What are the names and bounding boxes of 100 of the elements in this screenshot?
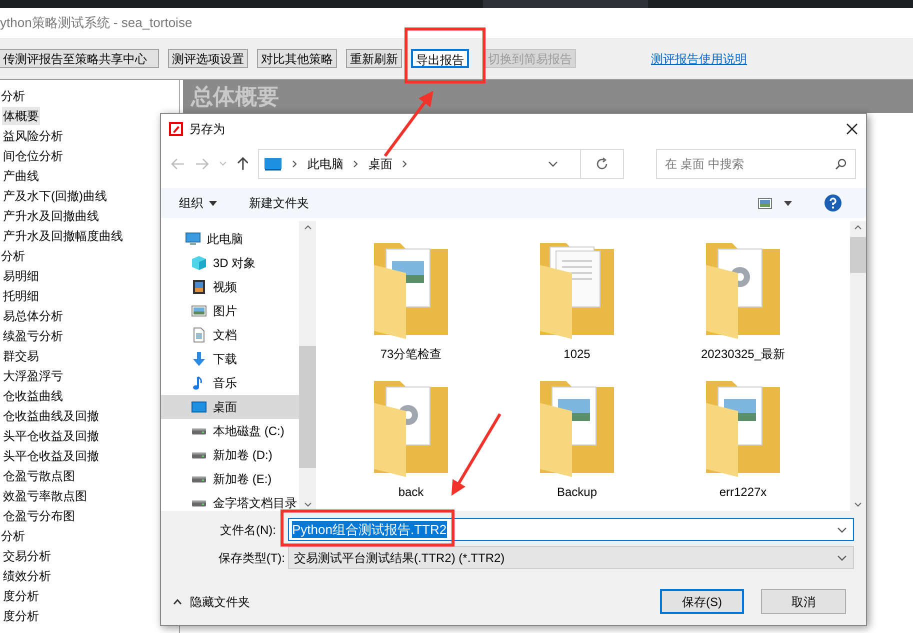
computer-icon <box>185 231 201 247</box>
tree-item[interactable]: 头平仓收益及回撤 <box>2 447 100 465</box>
search-field[interactable]: 在 桌面 中搜索 <box>656 149 856 179</box>
cancel-button[interactable]: 取消 <box>761 589 846 614</box>
drive-icon <box>191 452 207 458</box>
chevron-down-icon[interactable] <box>548 161 558 167</box>
tree-item[interactable]: 分析 <box>0 527 26 545</box>
view-icon[interactable] <box>758 198 772 208</box>
down-arrow-icon <box>191 351 207 367</box>
tree-item[interactable]: 产曲线 <box>2 167 40 185</box>
filetype-dropdown[interactable]: 交易测试平台测试结果(.TTR2) (*.TTR2) <box>288 546 854 569</box>
filetype-value: 交易测试平台测试结果(.TTR2) (*.TTR2) <box>294 550 505 566</box>
tree-item[interactable]: 产升水及回撤曲线 <box>2 207 100 225</box>
tree-item[interactable]: 仓收益曲线 <box>2 387 64 405</box>
film-icon <box>191 279 207 295</box>
save-button[interactable]: 保存(S) <box>660 589 744 614</box>
help-icon[interactable] <box>824 194 842 212</box>
tree-item[interactable]: 易明细 <box>2 267 40 285</box>
toolbar-button[interactable]: 导出报告 <box>411 49 469 68</box>
file-name[interactable]: 1025 <box>564 345 590 363</box>
tree-item[interactable]: 益风险分析 <box>2 127 64 145</box>
tree-item[interactable]: 度分析 <box>2 607 40 625</box>
tree-item[interactable]: 间仓位分析 <box>2 147 64 165</box>
chevron-right-icon <box>292 160 298 168</box>
nav-item[interactable]: 3D 对象 <box>161 251 299 275</box>
app-icon <box>169 122 183 136</box>
tree-item[interactable]: 分析 <box>0 87 26 105</box>
nav-item[interactable]: 新加卷 (E:) <box>161 467 299 491</box>
address-bar[interactable]: 此电脑 桌面 <box>258 149 624 179</box>
tree-item[interactable]: 度分析 <box>2 587 40 605</box>
drive-icon <box>191 500 207 506</box>
refresh-icon[interactable] <box>595 157 610 171</box>
document-icon <box>191 327 207 343</box>
close-icon[interactable] <box>846 123 858 135</box>
chevron-down-icon[interactable] <box>837 554 847 560</box>
tree-item[interactable]: 头平仓收益及回撤 <box>2 427 100 445</box>
scroll-down-icon[interactable] <box>854 502 862 507</box>
field-label: 文件名(N): <box>219 522 277 538</box>
tree-item[interactable]: 绩效分析 <box>2 567 52 585</box>
tree-item[interactable]: 大浮盈浮亏 <box>2 367 64 385</box>
filename-field[interactable]: Python组合测试报告.TTR2 <box>288 518 854 541</box>
caret-icon[interactable] <box>784 200 792 206</box>
file-name[interactable]: err1227x <box>719 483 767 501</box>
up-arrow-icon[interactable] <box>236 157 248 171</box>
tree-item[interactable]: 续盈亏分析 <box>2 327 64 345</box>
toolbar-button[interactable]: 测评选项设置 <box>168 49 248 68</box>
help-link[interactable]: 测评报告使用说明 <box>651 50 747 68</box>
nav-item[interactable]: 新加卷 (D:) <box>161 443 299 467</box>
new-folder-button[interactable]: 新建文件夹 <box>249 194 309 212</box>
section-heading: 总体概要 <box>191 83 279 111</box>
toolbar-button[interactable]: 传测评报告至策略共享中心 <box>0 49 159 68</box>
scroll-down-icon[interactable] <box>304 502 312 507</box>
nav-item[interactable]: 文档 <box>161 323 299 347</box>
tree-item[interactable]: 产及水下(回撤)曲线 <box>2 187 108 205</box>
nav-item[interactable]: 图片 <box>161 299 299 323</box>
drive-icon <box>191 428 207 434</box>
tree-item[interactable]: 体概要 <box>2 107 40 125</box>
search-input[interactable]: 在 桌面 中搜索 <box>665 155 835 173</box>
nav-item[interactable]: 桌面 <box>161 395 299 419</box>
nav-item[interactable]: 下载 <box>161 347 299 371</box>
nav-item[interactable]: 音乐 <box>161 371 299 395</box>
chevron-right-icon[interactable] <box>402 160 408 168</box>
scrollbar[interactable] <box>850 221 866 511</box>
file-name[interactable]: 73分笔检查 <box>380 345 442 363</box>
caret-icon <box>209 200 217 206</box>
chevron-up-icon <box>173 598 182 604</box>
tree-item[interactable]: 效盈亏率散点图 <box>2 487 88 505</box>
tree-item[interactable]: 仓收益曲线及回撤 <box>2 407 100 425</box>
scroll-up-icon[interactable] <box>304 225 312 230</box>
scrollbar[interactable] <box>299 221 316 511</box>
tree-item[interactable]: 产升水及回撤幅度曲线 <box>2 227 124 245</box>
breadcrumb-item[interactable]: 此电脑 <box>307 155 344 173</box>
nav-item[interactable]: 此电脑 <box>161 227 299 251</box>
tree-item[interactable]: 群交易 <box>2 347 40 365</box>
tree-item[interactable]: 分析 <box>0 247 26 265</box>
chevron-right-icon <box>353 160 358 168</box>
toolbar-button[interactable]: 对比其他策略 <box>257 49 337 68</box>
nav-item[interactable]: 视频 <box>161 275 299 299</box>
tree-item[interactable]: 交易分析 <box>2 547 52 565</box>
tree-item[interactable]: 托明细 <box>2 287 40 305</box>
hide-folders-toggle[interactable]: 隐藏文件夹 <box>173 592 250 610</box>
chevron-down-icon[interactable] <box>837 526 847 532</box>
tree-item[interactable]: 仓盈亏散点图 <box>2 467 76 485</box>
scroll-thumb[interactable] <box>850 237 866 273</box>
breadcrumb-item[interactable]: 桌面 <box>368 155 392 173</box>
organize-button[interactable]: 组织 <box>179 194 217 212</box>
field-label: 保存类型(T): <box>217 550 286 566</box>
file-name[interactable]: back <box>398 483 424 501</box>
tree-item[interactable]: 仓盈亏分布图 <box>2 507 76 525</box>
file-name[interactable]: 20230325_最新 <box>700 345 786 363</box>
scroll-up-icon[interactable] <box>854 225 862 230</box>
drive-icon <box>191 476 207 482</box>
tree-item[interactable]: 易总体分析 <box>2 307 64 325</box>
file-name[interactable]: Backup <box>556 483 598 501</box>
search-icon <box>835 158 847 170</box>
scroll-thumb[interactable] <box>299 346 316 468</box>
nav-item[interactable]: 本地磁盘 (C:) <box>161 419 299 443</box>
toolbar-button[interactable]: 重新刷新 <box>346 49 402 68</box>
nav-item[interactable]: 金字塔文档目录 <box>161 491 299 515</box>
selected-text: Python组合测试报告.TTR2 <box>292 521 447 538</box>
